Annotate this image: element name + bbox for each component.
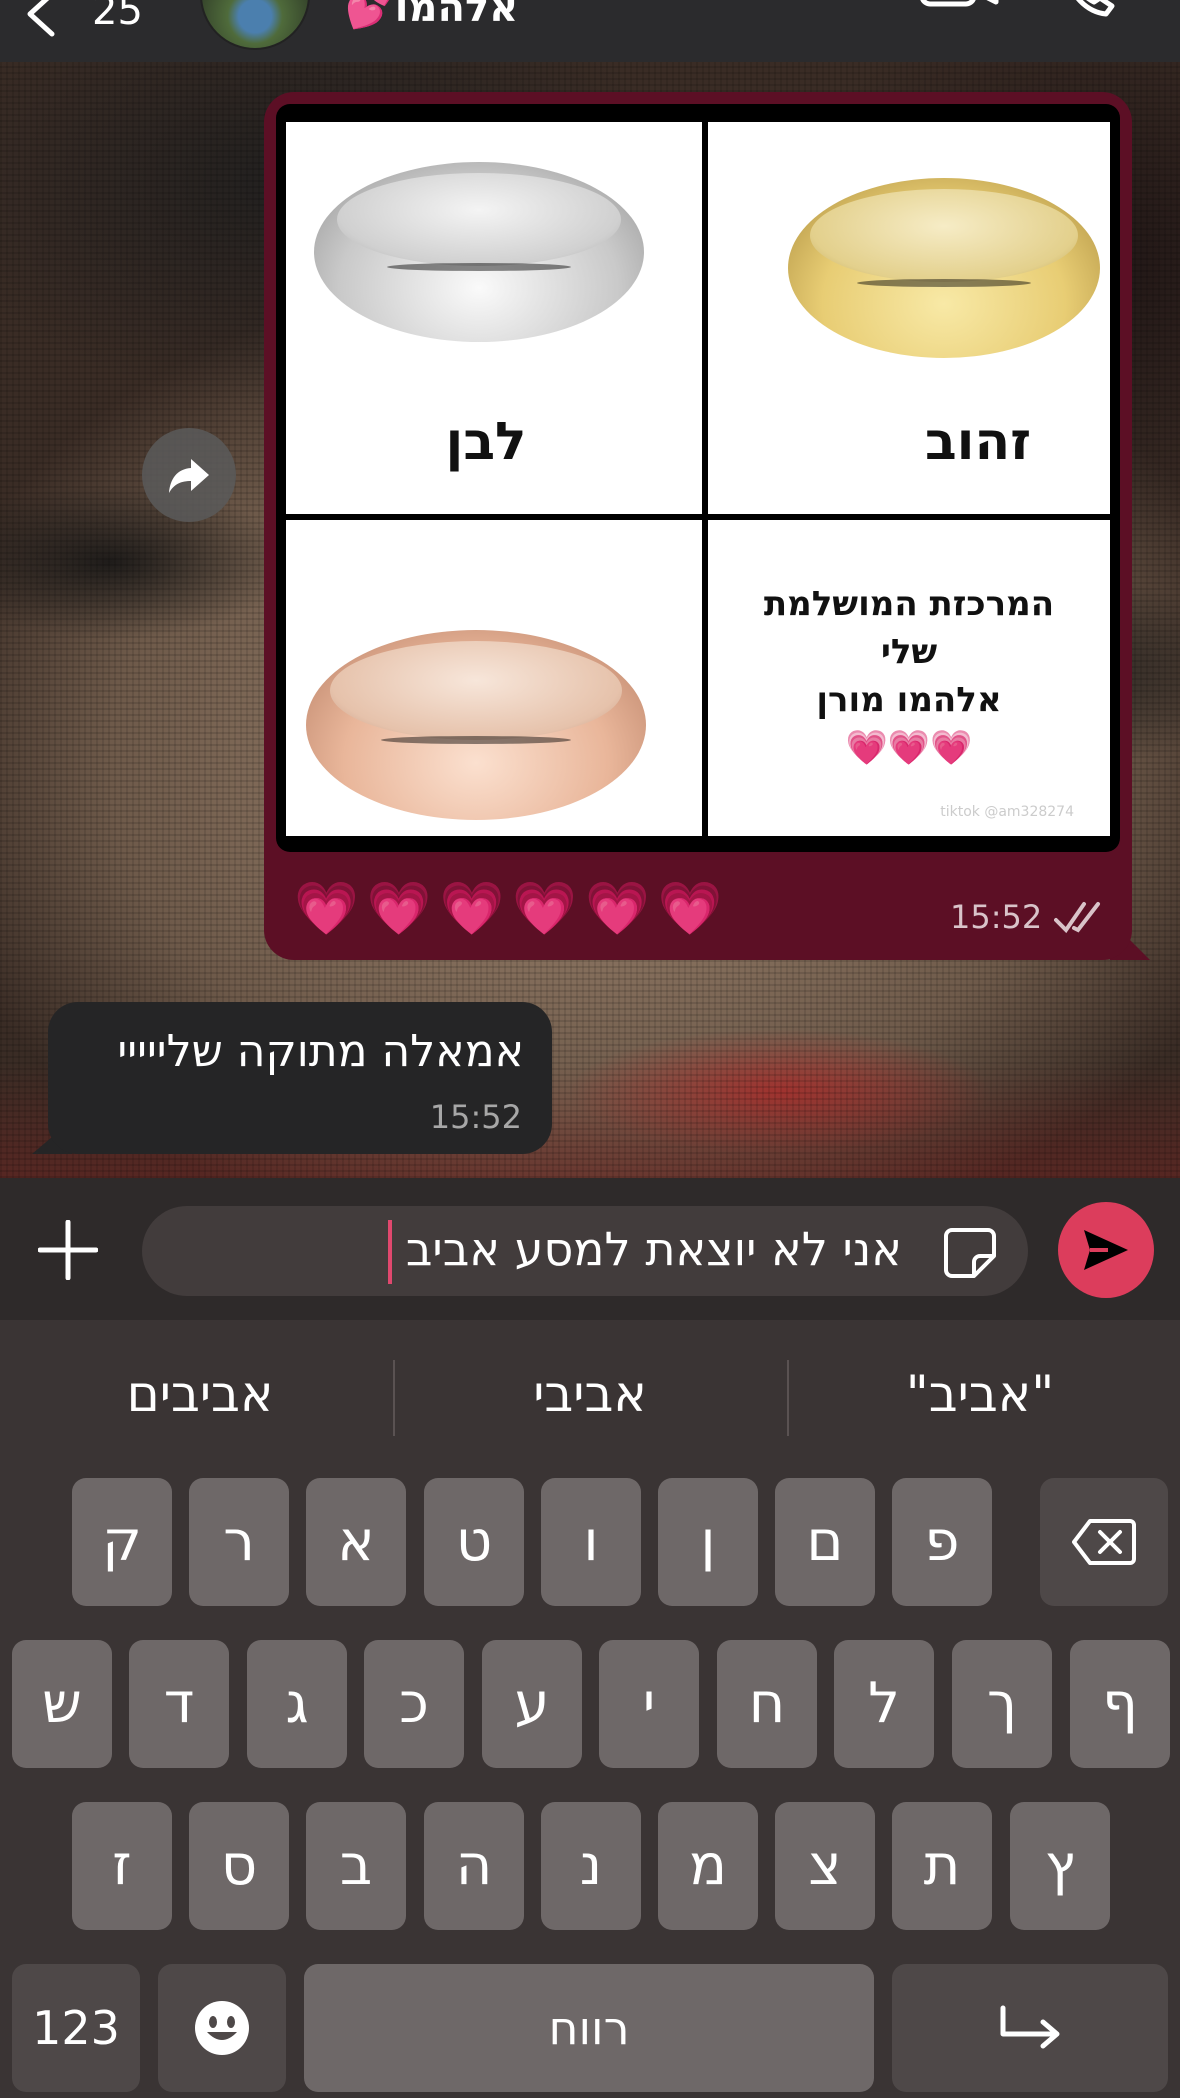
image-watermark: tiktok @am328274	[940, 804, 1074, 820]
unread-count[interactable]: 25	[92, 0, 143, 34]
rings-image[interactable]: לבן זהוב המרכזת המושלמת שלי אלהמו מורן 💗…	[276, 104, 1120, 852]
backspace-icon	[1072, 1519, 1136, 1565]
key[interactable]: ם	[775, 1478, 875, 1606]
text-caret	[388, 1220, 392, 1284]
rose-ring-panel	[286, 520, 702, 836]
message-composer: אני לא יוצאת למסע אביב	[0, 1178, 1180, 1320]
outgoing-timestamp: 15:52	[950, 898, 1043, 936]
key[interactable]: ץ	[1010, 1802, 1110, 1930]
key[interactable]: פ	[892, 1478, 992, 1606]
rose-ring	[306, 630, 646, 820]
key[interactable]: צ	[775, 1802, 875, 1930]
key[interactable]: ת	[892, 1802, 992, 1930]
incoming-message[interactable]: אמאלה מתוקה שלייייי 15:52	[48, 1002, 552, 1154]
key[interactable]: ל	[834, 1640, 934, 1768]
key[interactable]: ח	[717, 1640, 817, 1768]
key[interactable]: ו	[541, 1478, 641, 1606]
label-white: לבן	[445, 412, 527, 472]
onscreen-keyboard: "אביב" אביבי אביבים פ ם ן ו ט א ר ק ף ך …	[0, 1320, 1180, 2098]
key[interactable]: ט	[424, 1478, 524, 1606]
emoji-key[interactable]	[158, 1964, 286, 2092]
attach-plus-icon[interactable]	[38, 1220, 98, 1280]
suggestion-3[interactable]: אביבים	[10, 1356, 390, 1432]
key[interactable]: נ	[541, 1802, 641, 1930]
gold-ring	[788, 178, 1100, 358]
key[interactable]: ד	[129, 1640, 229, 1768]
send-icon	[1084, 1230, 1128, 1270]
key[interactable]: ר	[189, 1478, 289, 1606]
caption-panel: המרכזת המושלמת שלי אלהמו מורן 💗💗💗 tiktok…	[708, 520, 1110, 836]
key[interactable]: ס	[189, 1802, 289, 1930]
key[interactable]: י	[599, 1640, 699, 1768]
emoji-icon	[195, 2001, 249, 2055]
caption-line-1: המרכזת המושלמת	[763, 584, 1055, 624]
key[interactable]: ה	[424, 1802, 524, 1930]
gold-ring-panel: זהוב	[708, 122, 1110, 514]
message-input-value[interactable]: אני לא יוצאת למסע אביב	[406, 1222, 902, 1276]
avatar[interactable]	[200, 0, 310, 50]
key[interactable]: ע	[482, 1640, 582, 1768]
key[interactable]: ק	[72, 1478, 172, 1606]
key[interactable]: ף	[1070, 1640, 1170, 1768]
send-button[interactable]	[1058, 1202, 1154, 1298]
outgoing-message[interactable]: לבן זהוב המרכזת המושלמת שלי אלהמו מורן 💗…	[264, 92, 1132, 960]
suggestion-divider	[393, 1360, 395, 1436]
read-ticks-icon	[1054, 902, 1100, 934]
contact-name[interactable]: אלהמו💕	[345, 0, 518, 31]
numbers-key[interactable]: 123	[12, 1964, 140, 2092]
key[interactable]: ג	[247, 1640, 347, 1768]
backspace-key[interactable]	[1040, 1478, 1168, 1606]
sticker-icon[interactable]	[942, 1224, 998, 1280]
caption-hearts: 💗💗💗	[845, 728, 973, 768]
incoming-text: אמאלה מתוקה שלייייי	[117, 1026, 524, 1077]
key[interactable]: א	[306, 1478, 406, 1606]
suggestion-1[interactable]: "אביב"	[790, 1356, 1170, 1432]
image-caption: המרכזת המושלמת שלי אלהמו מורן 💗💗💗	[708, 580, 1110, 772]
caption-line-3: אלהמו מורן	[816, 680, 1002, 720]
suggestion-2[interactable]: אביבי	[400, 1356, 780, 1432]
white-ring-panel: לבן	[286, 122, 702, 514]
key[interactable]: ש	[12, 1640, 112, 1768]
key[interactable]: ן	[658, 1478, 758, 1606]
forward-icon	[169, 459, 209, 493]
white-ring	[314, 162, 644, 342]
label-gold: זהוב	[924, 412, 1032, 472]
outgoing-text: 💗💗💗💗💗💗	[294, 879, 731, 939]
video-call-icon[interactable]	[918, 0, 1000, 30]
suggestion-divider	[787, 1360, 789, 1436]
incoming-timestamp: 15:52	[429, 1098, 522, 1136]
chat-header: 25 אלהמו💕	[0, 0, 1180, 62]
phone-call-icon[interactable]	[1060, 0, 1120, 32]
key[interactable]: ב	[306, 1802, 406, 1930]
space-key[interactable]: רווח	[304, 1964, 874, 2092]
key[interactable]: כ	[364, 1640, 464, 1768]
forward-button[interactable]	[142, 428, 236, 522]
message-input[interactable]: אני לא יוצאת למסע אביב	[142, 1206, 1028, 1296]
enter-key[interactable]	[892, 1964, 1168, 2092]
key[interactable]: מ	[658, 1802, 758, 1930]
key[interactable]: ך	[952, 1640, 1052, 1768]
caption-line-2: שלי	[880, 632, 938, 672]
back-arrow-icon[interactable]	[22, 0, 62, 40]
key[interactable]: ז	[72, 1802, 172, 1930]
enter-arrow-icon	[1000, 2005, 1060, 2049]
